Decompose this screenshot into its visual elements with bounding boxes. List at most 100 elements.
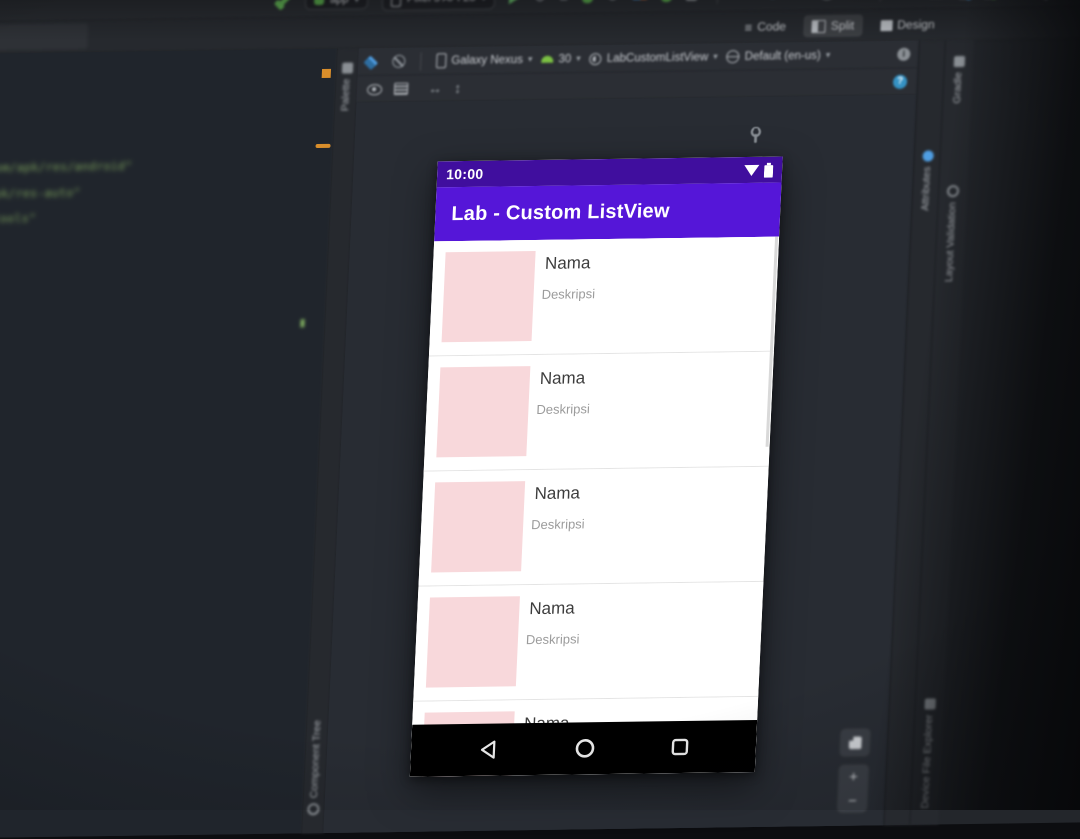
zoom-to-fit-icon: [848, 736, 862, 749]
item-title: Nama: [539, 368, 585, 389]
ide-window: app ▾ Pixel 3 API 28 ▾ ↻ ≡ ↺ Git: ↙ ✓ ↺: [0, 0, 1080, 839]
toolbar-spacer: [0, 1, 277, 5]
item-thumbnail: [426, 596, 520, 687]
run-button[interactable]: [509, 0, 521, 4]
profile-icon[interactable]: ↺: [607, 0, 619, 3]
apply-code-changes-icon[interactable]: ≡: [560, 0, 569, 4]
build-hammer-icon[interactable]: [277, 0, 291, 7]
toolbar-divider: [716, 0, 718, 3]
layout-validation-icon: [947, 185, 960, 197]
device-icon: [391, 0, 402, 6]
item-thumbnail: [431, 481, 525, 572]
api-version-dropdown[interactable]: 30 ▾: [541, 53, 581, 66]
scrollbar-warning-mark[interactable]: [315, 144, 330, 148]
wifi-icon: [743, 163, 761, 176]
debug-button[interactable]: [582, 0, 594, 3]
locale-label: Default (en-us): [744, 49, 821, 62]
code-fragment: roid.com/apk/res/android": [0, 159, 133, 176]
zoom-in-button[interactable]: +: [838, 764, 869, 788]
item-description: Deskripsi: [526, 631, 580, 647]
file-tab[interactable]: [0, 23, 88, 51]
tab-design-label: Design: [897, 17, 935, 32]
night-mode-icon[interactable]: [392, 55, 406, 68]
git-update-icon[interactable]: ↙: [769, 0, 781, 1]
locale-dropdown[interactable]: Default (en-us) ▾: [726, 49, 830, 63]
item-description: Deskripsi: [531, 516, 585, 532]
toolbar-divider: [880, 0, 882, 1]
list-item[interactable]: Nama Deskripsi: [424, 352, 774, 472]
status-time: 10:00: [446, 166, 484, 183]
tool-window-layout-validation[interactable]: Layout Validation: [935, 185, 967, 282]
device-file-explorer-icon: [924, 698, 935, 709]
component-tree-label: Component Tree: [308, 720, 324, 798]
tool-window-device-file-explorer[interactable]: Device File Explorer: [911, 698, 944, 808]
apply-changes-icon[interactable]: ↻: [534, 0, 546, 4]
run-configuration-select[interactable]: app ▾: [305, 0, 369, 10]
theme-label: LabCustomListView: [607, 51, 709, 64]
phone-app-bar: Lab - Custom ListView: [434, 183, 781, 242]
nav-recents-icon[interactable]: [670, 738, 689, 756]
list-item[interactable]: Nama Deskripsi: [413, 582, 763, 702]
scrollbar-warning-mark[interactable]: [322, 69, 331, 78]
android-icon: [541, 56, 553, 63]
attributes-icon: [922, 150, 933, 161]
orientation-horizontal-icon[interactable]: ↔: [428, 81, 443, 95]
listview[interactable]: Nama Deskripsi Nama Deskripsi Nama Deskr…: [410, 237, 779, 777]
item-title: Nama: [545, 253, 591, 274]
target-device-select[interactable]: Pixel 3 API 28 ▾: [382, 0, 496, 11]
phone-nav-bar: [410, 720, 757, 777]
device-icon: [436, 53, 447, 68]
zoom-to-fit-button[interactable]: [838, 727, 871, 757]
item-description: Deskripsi: [536, 401, 590, 417]
list-item[interactable]: Nama Deskripsi: [418, 467, 768, 587]
item-thumbnail: [436, 366, 530, 457]
view-options-icon[interactable]: [367, 84, 382, 95]
tab-split[interactable]: Split: [804, 15, 861, 36]
app-module-icon: [314, 0, 324, 5]
attributes-label: Attributes: [919, 166, 933, 211]
toolbar-divider: [420, 52, 422, 70]
split-icon: [812, 19, 827, 32]
xml-code-editor[interactable]: s> roid.com/apk/res/android" .com/apk/re…: [0, 49, 338, 839]
code-fragment: [300, 319, 304, 327]
tab-code[interactable]: ≡ Code: [737, 16, 793, 37]
theme-dropdown[interactable]: LabCustomListView ▾: [590, 51, 719, 65]
design-surface-icon[interactable]: [366, 56, 378, 68]
item-title: Nama: [534, 483, 580, 504]
device-label: Galaxy Nexus: [451, 54, 523, 67]
chevron-down-icon: ▾: [354, 0, 359, 4]
code-fragment: .com/apk/res-auto": [0, 185, 81, 201]
battery-icon: [764, 162, 774, 177]
nav-back-icon[interactable]: [478, 740, 499, 760]
code-icon: ≡: [744, 20, 752, 33]
chevron-down-icon: ▾: [826, 51, 831, 60]
orientation-vertical-icon[interactable]: ↕: [454, 81, 462, 95]
item-thumbnail: [442, 251, 536, 342]
tool-window-gradle[interactable]: Gradle: [943, 56, 973, 104]
list-view-icon[interactable]: [394, 83, 409, 95]
chevron-down-icon: ▾: [528, 55, 533, 64]
tool-window-palette[interactable]: Palette: [334, 62, 358, 111]
attach-debugger-icon[interactable]: [660, 0, 672, 2]
zoom-out-button[interactable]: −: [837, 788, 868, 812]
palette-label: Palette: [339, 79, 352, 112]
palette-icon: [341, 63, 352, 74]
info-icon[interactable]: i: [897, 48, 911, 61]
gradle-icon: [953, 56, 964, 67]
phone-preview[interactable]: 10:00 Lab - Custom ListView: [410, 157, 783, 777]
canvas-zoom-controls: + −: [836, 727, 872, 814]
globe-icon: [726, 50, 740, 63]
code-fragment: d.com/tools": [0, 211, 36, 226]
tab-split-label: Split: [831, 19, 855, 33]
chevron-down-icon: ▾: [576, 54, 581, 63]
design-icon: [880, 19, 892, 30]
design-canvas[interactable]: 10:00 Lab - Custom ListView: [323, 95, 916, 833]
list-item[interactable]: Nama Deskripsi: [429, 237, 779, 357]
help-icon[interactable]: ?: [893, 75, 908, 89]
nav-home-icon[interactable]: [573, 737, 596, 759]
device-dropdown[interactable]: Galaxy Nexus ▾: [436, 52, 533, 68]
api-level-label: 30: [558, 53, 571, 65]
render-options-wrench-icon[interactable]: [748, 127, 763, 145]
tab-design[interactable]: Design: [873, 14, 942, 35]
chevron-down-icon: ▾: [713, 52, 718, 61]
